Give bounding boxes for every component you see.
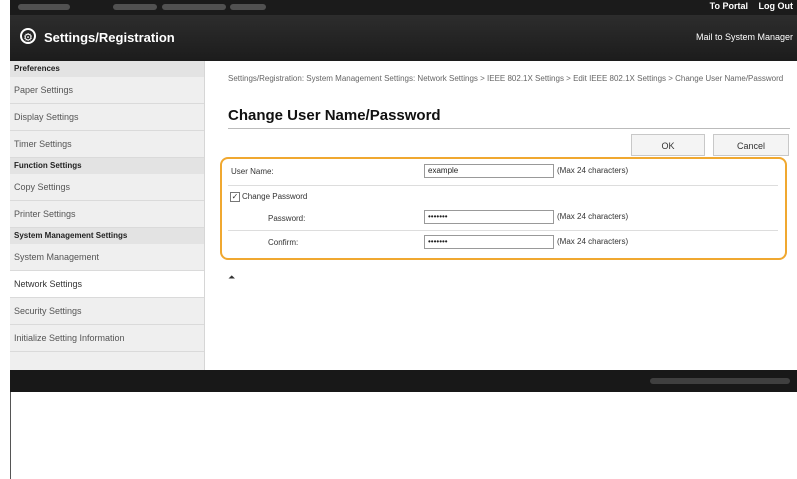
sidebar-item-network-settings[interactable]: Network Settings xyxy=(10,271,204,298)
password-hint: (Max 24 characters) xyxy=(557,212,629,221)
blurred-text xyxy=(113,4,157,10)
settings-gear-icon: ⚙ xyxy=(20,28,36,44)
blurred-text xyxy=(18,4,70,10)
password-input[interactable]: ••••••• xyxy=(424,210,554,224)
sidebar-item-system-management[interactable]: System Management xyxy=(10,244,204,271)
sidebar-heading-function-settings: Function Settings xyxy=(10,158,204,174)
sidebar-item-copy-settings[interactable]: Copy Settings xyxy=(10,174,204,201)
sidebar: Preferences Paper Settings Display Setti… xyxy=(10,61,205,370)
password-label: Password: xyxy=(268,214,306,223)
mail-to-system-manager-link[interactable]: Mail to System Manager xyxy=(696,32,793,42)
user-name-label: User Name: xyxy=(231,167,274,176)
change-password-checkbox[interactable]: ✓ xyxy=(230,192,240,202)
page-title: Change User Name/Password xyxy=(228,107,441,124)
to-portal-link[interactable]: To Portal xyxy=(710,1,748,11)
back-to-top-icon[interactable]: ⏶ xyxy=(228,272,235,283)
row-divider xyxy=(228,230,778,231)
confirm-label: Confirm: xyxy=(268,238,299,247)
sidebar-heading-system-management-settings: System Management Settings xyxy=(10,228,204,244)
sidebar-item-display-settings[interactable]: Display Settings xyxy=(10,104,204,131)
sidebar-item-printer-settings[interactable]: Printer Settings xyxy=(10,201,204,228)
user-name-hint: (Max 24 characters) xyxy=(557,166,629,175)
title-bar: ⚙ Settings/Registration Mail to System M… xyxy=(10,15,797,61)
sidebar-item-initialize-setting-information[interactable]: Initialize Setting Information xyxy=(10,325,204,352)
top-links: To Portal Log Out xyxy=(702,1,793,11)
ok-button[interactable]: OK xyxy=(631,134,705,156)
log-out-link[interactable]: Log Out xyxy=(759,1,794,11)
sidebar-item-timer-settings[interactable]: Timer Settings xyxy=(10,131,204,158)
top-bar: To Portal Log Out xyxy=(10,0,797,15)
user-name-input[interactable]: example xyxy=(424,164,554,178)
title-divider xyxy=(228,128,790,129)
blank-area xyxy=(10,392,797,479)
change-password-label: Change Password xyxy=(242,192,308,201)
row-divider xyxy=(228,185,778,186)
cancel-button[interactable]: Cancel xyxy=(713,134,789,156)
footer xyxy=(10,370,797,392)
app-title: Settings/Registration xyxy=(44,30,175,45)
sidebar-item-paper-settings[interactable]: Paper Settings xyxy=(10,77,204,104)
confirm-hint: (Max 24 characters) xyxy=(557,237,629,246)
blurred-copyright xyxy=(650,378,790,384)
blurred-text xyxy=(162,4,226,10)
sidebar-item-security-settings[interactable]: Security Settings xyxy=(10,298,204,325)
breadcrumb: Settings/Registration: System Management… xyxy=(228,74,784,83)
confirm-input[interactable]: ••••••• xyxy=(424,235,554,249)
blurred-text xyxy=(230,4,266,10)
sidebar-heading-preferences: Preferences xyxy=(10,61,204,77)
window-edge xyxy=(10,392,11,479)
